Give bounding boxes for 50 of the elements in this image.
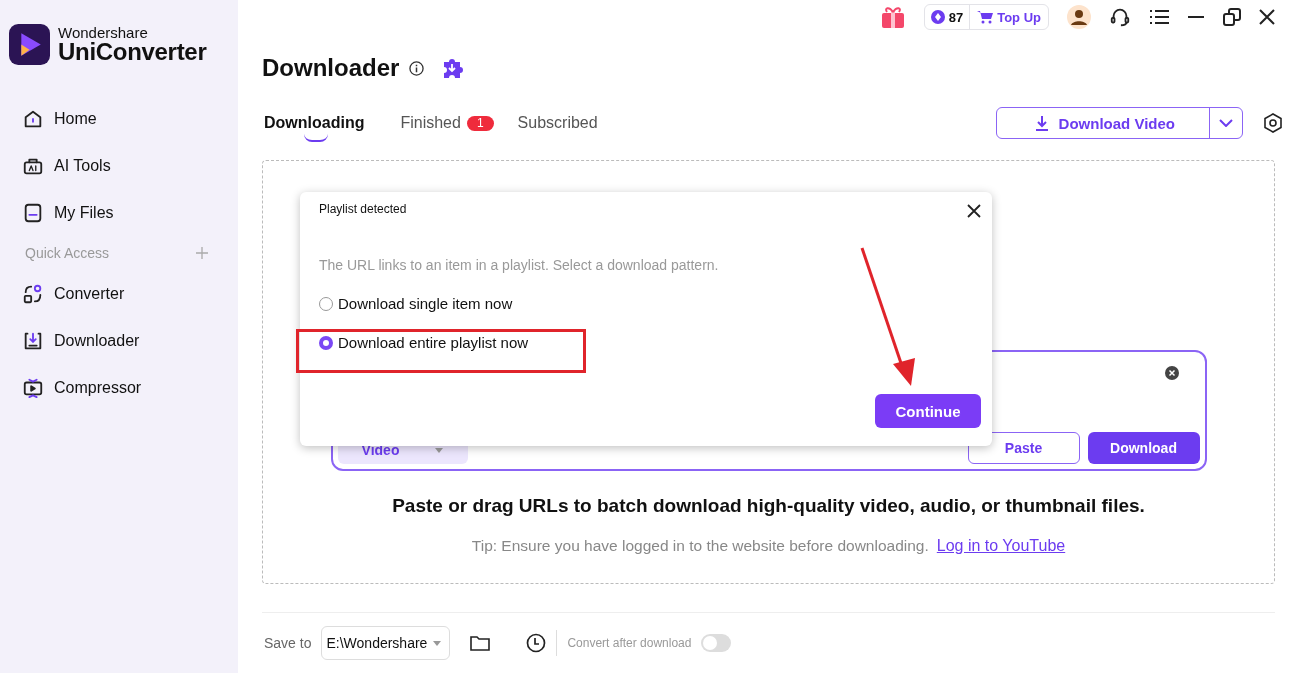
download-button[interactable]: Download [1087,432,1200,464]
clear-icon[interactable] [1164,366,1179,380]
app-name: UniConverter [58,40,207,64]
sidebar-item[interactable]: AI Tools [0,142,238,189]
brand-company: Wondershare [58,25,149,40]
headset-icon[interactable] [1109,6,1131,28]
option-label[interactable]: Download entire playlist now [338,334,529,351]
coin-icon [930,10,945,24]
top-up-button[interactable]: Top Up [970,9,1048,25]
tab[interactable]: Subscribed [517,108,598,138]
info-icon[interactable] [409,60,425,76]
convert-label: Convert after download [567,636,692,650]
cart-icon [977,10,994,24]
page-title: Downloader [262,54,400,82]
radio-button[interactable] [319,296,333,311]
converter-icon [22,282,44,305]
sidebar-item[interactable]: Compressor [0,364,238,411]
gift-icon[interactable] [879,5,906,29]
clock-icon[interactable] [526,633,547,653]
convert-toggle[interactable] [701,634,732,652]
sidebar-item[interactable]: Converter [0,270,238,317]
continue-button[interactable]: Continue [875,394,981,428]
dialog-message: The URL links to an item in a playlist. Select a download pattern. [319,257,720,273]
tab[interactable]: Finished 1 [400,108,494,138]
sidebar-item[interactable]: My Files [0,189,238,236]
dialog-title: Playlist detected [319,202,407,218]
avatar-icon[interactable] [1067,5,1091,29]
sidebar-item[interactable]: Downloader [0,317,238,364]
folder-icon[interactable] [470,635,491,651]
option-label[interactable]: Download single item now [338,295,513,312]
menu-icon[interactable] [1149,8,1169,26]
section-label: Quick Access [25,245,110,261]
download-icon [1034,115,1049,131]
chevron-down-icon [1219,119,1233,127]
credit-count: 87 [948,9,964,25]
radio-button[interactable] [319,335,333,350]
count-badge: 1 [466,115,494,131]
settings-icon[interactable] [1263,113,1283,133]
sidebar-item[interactable]: Home [0,95,238,142]
save-to-label: Save to [264,635,312,651]
instructions-text: Paste or drag URLs to batch download high-quality video, audio, or thumbnail files. [392,495,1145,517]
path-dropdown[interactable]: E:\Wondershare [321,626,451,660]
tip-text: Tip: Ensure you have logged in to the website before downloading. [471,537,929,555]
close-icon[interactable] [1259,9,1275,25]
paste-button[interactable]: Paste [967,432,1080,464]
logo-icon [9,24,50,65]
login-link[interactable]: Log in to YouTube [936,537,1066,555]
compress-icon [22,376,44,399]
restore-icon[interactable] [1223,8,1241,26]
file-icon [22,201,44,224]
